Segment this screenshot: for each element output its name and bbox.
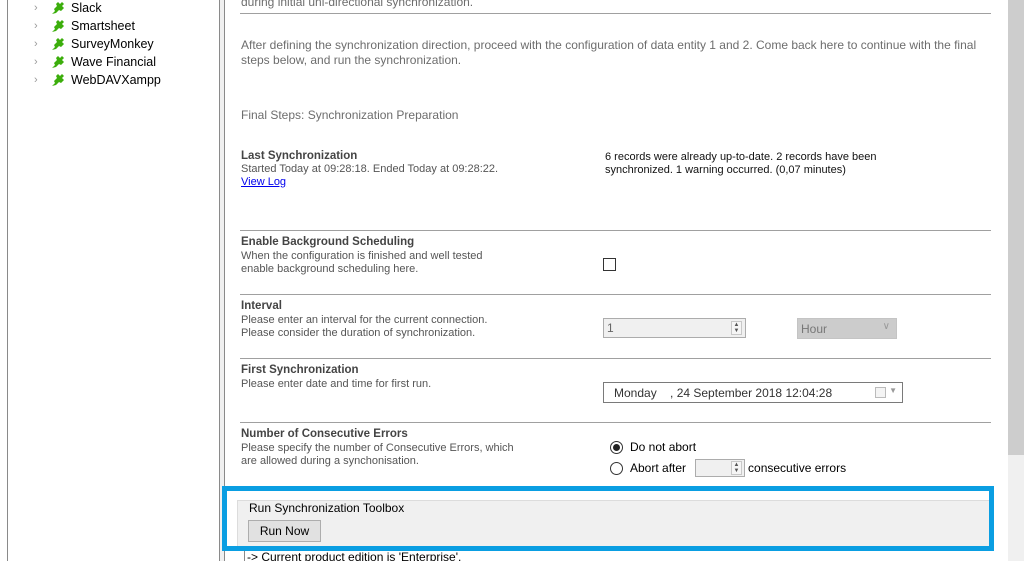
sync-result-line-2: synchronized. 1 warning occurred. (0,07 … xyxy=(605,164,846,176)
first-sync-title: First Synchronization xyxy=(241,364,359,376)
consecutive-errors-desc-1: Please specify the number of Consecutive… xyxy=(241,442,514,454)
consecutive-errors-title: Number of Consecutive Errors xyxy=(241,428,408,440)
intro-line-1: After defining the synchronization direc… xyxy=(241,38,977,52)
abort-after-spinner[interactable]: ▲ ▼ xyxy=(695,459,746,477)
tree-item-webdavxampp[interactable]: › WebDAVXampp xyxy=(34,71,161,89)
tree-item-wave-financial[interactable]: › Wave Financial xyxy=(34,53,156,71)
vertical-scrollbar[interactable] xyxy=(1008,0,1024,561)
interval-value: 1 xyxy=(607,321,614,335)
chevron-right-icon[interactable]: › xyxy=(34,71,42,89)
chevron-right-icon[interactable]: › xyxy=(34,53,42,71)
tree-item-label: SurveyMonkey xyxy=(71,37,154,51)
last-sync-title: Last Synchronization xyxy=(241,150,358,162)
background-scheduling-desc-1: When the configuration is finished and w… xyxy=(241,250,483,262)
interval-spinner[interactable]: 1 ▲ ▼ xyxy=(603,318,746,338)
edition-log-text: -> Current product edition is 'Enterpris… xyxy=(247,551,462,561)
intro-line-2: steps below, and run the synchronization… xyxy=(241,53,462,67)
view-log-link[interactable]: View Log xyxy=(241,176,286,188)
radio-button-selected[interactable] xyxy=(610,440,623,454)
chevron-right-icon[interactable]: › xyxy=(34,17,42,35)
abort-suffix-label: consecutive errors xyxy=(748,461,847,475)
divider xyxy=(240,13,991,14)
tree-item-label: Smartsheet xyxy=(71,19,135,33)
tree-item-surveymonkey[interactable]: › SurveyMonkey xyxy=(34,35,154,53)
plugin-icon xyxy=(52,56,64,68)
first-sync-datetime-value: Monday , 24 September 2018 12:04:28 xyxy=(614,386,833,400)
spinner-buttons[interactable]: ▲ ▼ xyxy=(731,321,742,335)
background-scheduling-desc-2: enable background scheduling here. xyxy=(241,263,419,275)
chevron-right-icon[interactable]: › xyxy=(34,0,42,17)
radio-label: Abort after xyxy=(630,461,687,475)
final-steps-heading: Final Steps: Synchronization Preparation xyxy=(241,108,459,122)
divider xyxy=(240,358,991,359)
radio-button[interactable] xyxy=(610,461,623,475)
dropdown-arrow-icon[interactable]: ▼ xyxy=(889,386,897,395)
consecutive-errors-desc-2: are allowed during a synchonisation. xyxy=(241,455,419,467)
interval-title: Interval xyxy=(241,300,282,312)
interval-desc-1: Please enter an interval for the current… xyxy=(241,314,488,326)
divider xyxy=(240,422,991,423)
spin-down-icon[interactable]: ▼ xyxy=(732,328,741,334)
plugin-icon xyxy=(52,2,64,14)
tree-item-label: WebDAVXampp xyxy=(71,73,161,87)
plugin-icon xyxy=(52,74,64,86)
tree-item-smartsheet[interactable]: › Smartsheet xyxy=(34,17,135,35)
partial-description: during initial uni-directional synchroni… xyxy=(241,0,474,9)
radio-label: Do not abort xyxy=(630,440,697,454)
first-sync-datetime-picker[interactable]: Monday , 24 September 2018 12:04:28 ▼ xyxy=(603,382,903,403)
interval-unit-value: Hour xyxy=(801,322,828,336)
first-sync-desc: Please enter date and time for first run… xyxy=(241,378,432,390)
last-sync-desc: Started Today at 09:28:18. Ended Today a… xyxy=(241,163,499,175)
highlight-frame xyxy=(222,486,994,551)
interval-desc-2: Please consider the duration of synchron… xyxy=(241,327,476,339)
tree-item-slack[interactable]: › Slack xyxy=(34,0,102,17)
configuration-panel: during initial uni-directional synchroni… xyxy=(225,0,1008,561)
app-window: › Slack › Smartsheet › SurveyMonkey › Wa… xyxy=(0,0,1024,561)
radio-abort-after[interactable]: Abort after ▲ ▼ consecutive errors xyxy=(610,459,846,477)
spin-down-icon[interactable]: ▼ xyxy=(732,468,741,474)
radio-do-not-abort[interactable]: Do not abort xyxy=(610,440,696,454)
tree-item-label: Wave Financial xyxy=(71,55,156,69)
tree-item-label: Slack xyxy=(71,1,102,15)
background-scheduling-checkbox[interactable] xyxy=(603,258,616,271)
chevron-down-icon: ∨ xyxy=(882,321,890,332)
interval-unit-select[interactable]: Hour ∨ xyxy=(797,318,897,339)
sync-result: 6 records were already up-to-date. 2 rec… xyxy=(605,151,905,177)
plugin-icon xyxy=(52,38,64,50)
log-border xyxy=(244,551,245,561)
scrollbar-thumb[interactable] xyxy=(1008,0,1024,455)
plugin-icon xyxy=(52,20,64,32)
tree-border-left xyxy=(7,0,8,561)
divider xyxy=(240,230,991,231)
spinner-buttons[interactable]: ▲ ▼ xyxy=(731,461,743,475)
sync-result-line-1: 6 records were already up-to-date. 2 rec… xyxy=(605,151,877,163)
connection-tree: › Slack › Smartsheet › SurveyMonkey › Wa… xyxy=(0,0,222,561)
chevron-right-icon[interactable]: › xyxy=(34,35,42,53)
calendar-icon[interactable] xyxy=(875,387,886,398)
background-scheduling-title: Enable Background Scheduling xyxy=(241,236,415,248)
divider xyxy=(240,294,991,295)
